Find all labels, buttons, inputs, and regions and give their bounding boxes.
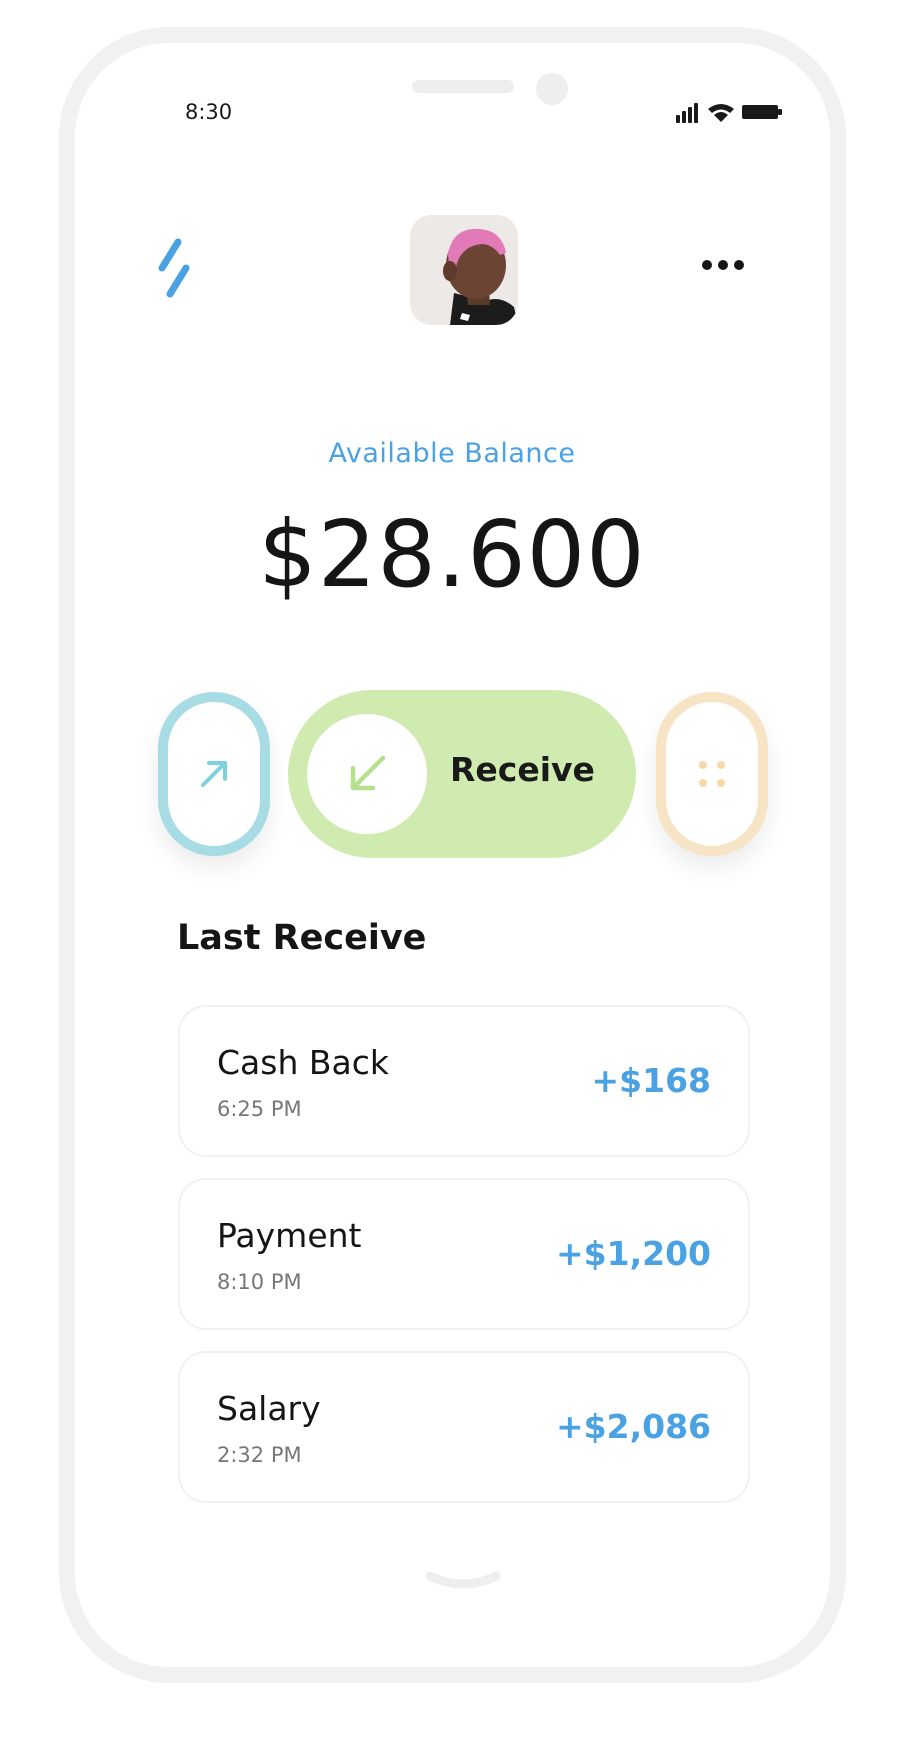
transaction-time: 6:25 PM [217, 1097, 302, 1121]
transaction-amount: +$168 [591, 1061, 712, 1100]
receive-icon-circle [307, 714, 427, 834]
balance-amount: $28.600 [258, 501, 646, 608]
slashes-logo-icon[interactable] [156, 238, 194, 302]
arrow-down-left-icon [350, 755, 386, 791]
grid-dots-icon [699, 761, 725, 787]
arrow-up-right-icon [201, 761, 227, 787]
section-title: Last Receive [177, 918, 427, 958]
transaction-card[interactable]: Salary 2:32 PM +$2,086 [178, 1351, 750, 1503]
balance-label: Available Balance [328, 438, 576, 469]
signal-icon [676, 103, 698, 123]
transaction-amount: +$1,200 [556, 1234, 711, 1273]
phone-speaker [412, 80, 514, 93]
receive-button[interactable]: Receive [288, 690, 636, 858]
more-actions-button[interactable] [656, 692, 768, 856]
transaction-amount: +$2,086 [556, 1407, 711, 1446]
transaction-name: Payment [217, 1216, 362, 1255]
avatar-portrait-image [410, 215, 518, 325]
status-time: 8:30 [185, 100, 233, 124]
transaction-name: Salary [217, 1389, 321, 1428]
battery-icon [742, 105, 782, 119]
transaction-card[interactable]: Payment 8:10 PM +$1,200 [178, 1178, 750, 1330]
status-icons [676, 103, 782, 123]
transaction-time: 8:10 PM [217, 1270, 302, 1294]
phone-camera [536, 73, 568, 105]
avatar[interactable] [410, 215, 518, 325]
more-dots-icon[interactable] [700, 258, 746, 272]
send-button[interactable] [158, 692, 270, 856]
transaction-time: 2:32 PM [217, 1443, 302, 1467]
wifi-icon [708, 104, 734, 122]
home-indicator[interactable] [426, 1570, 500, 1596]
receive-label: Receive [450, 750, 595, 789]
transaction-name: Cash Back [217, 1043, 389, 1082]
transaction-card[interactable]: Cash Back 6:25 PM +$168 [178, 1005, 750, 1157]
